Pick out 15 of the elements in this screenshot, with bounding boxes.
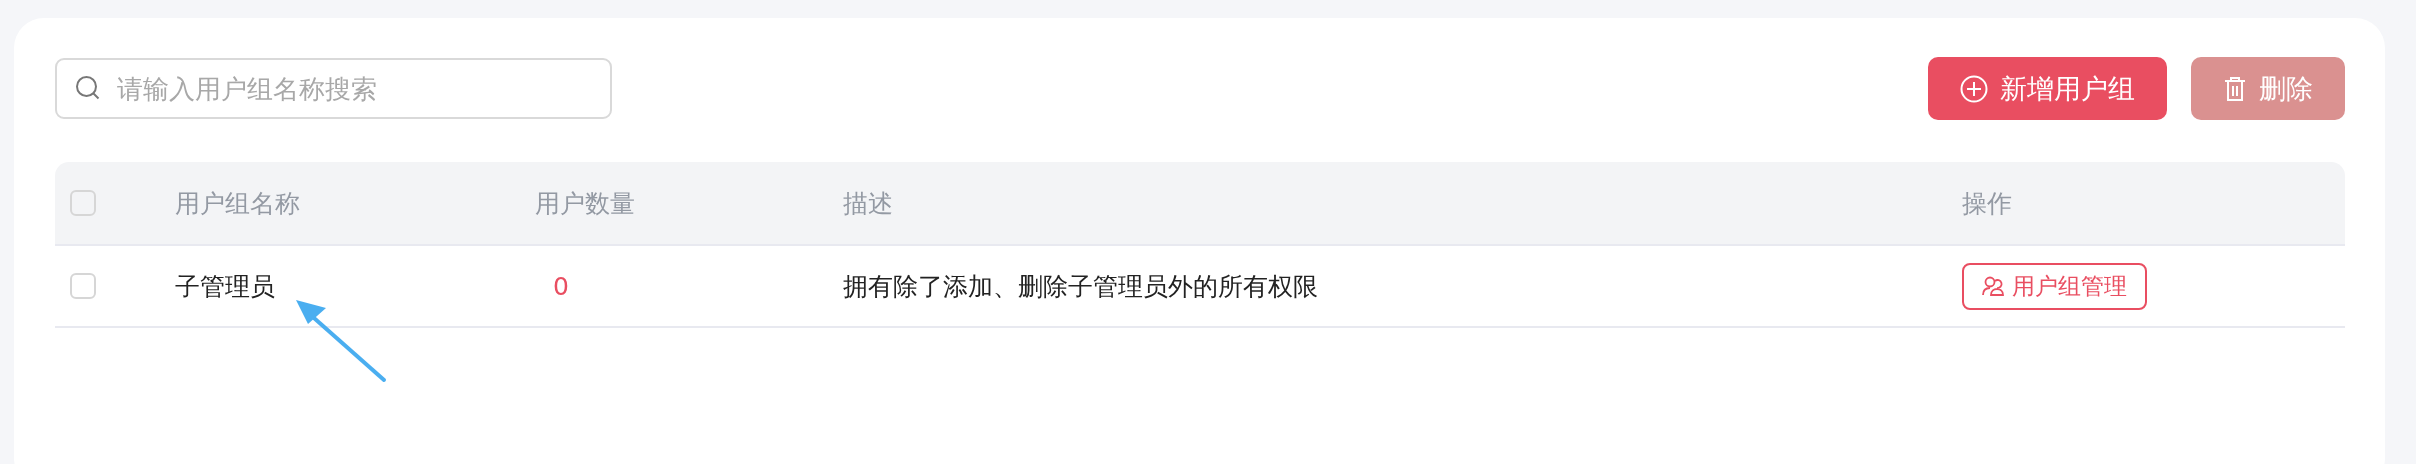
manage-button[interactable]: 用户组管理	[1962, 262, 2147, 310]
checkbox[interactable]	[70, 273, 96, 299]
table-cell-text: 0	[552, 271, 570, 301]
column-header: 操作	[1962, 187, 2013, 220]
trash-icon	[2223, 75, 2247, 102]
table-cell-text: 子管理员	[175, 270, 276, 303]
checkbox[interactable]	[70, 190, 96, 216]
users-icon	[1982, 275, 2004, 297]
column-header: 用户组名称	[175, 187, 301, 220]
table-cell-text: 拥有除了添加、删除子管理员外的所有权限	[843, 270, 1319, 303]
add-button[interactable]: 新增用户组	[1928, 57, 2167, 120]
plus-circle-icon	[1960, 74, 1988, 103]
column-header: 用户数量	[535, 187, 636, 220]
column-header: 描述	[843, 187, 894, 220]
search-field[interactable]: 请输入用户组名称搜索	[55, 58, 612, 119]
